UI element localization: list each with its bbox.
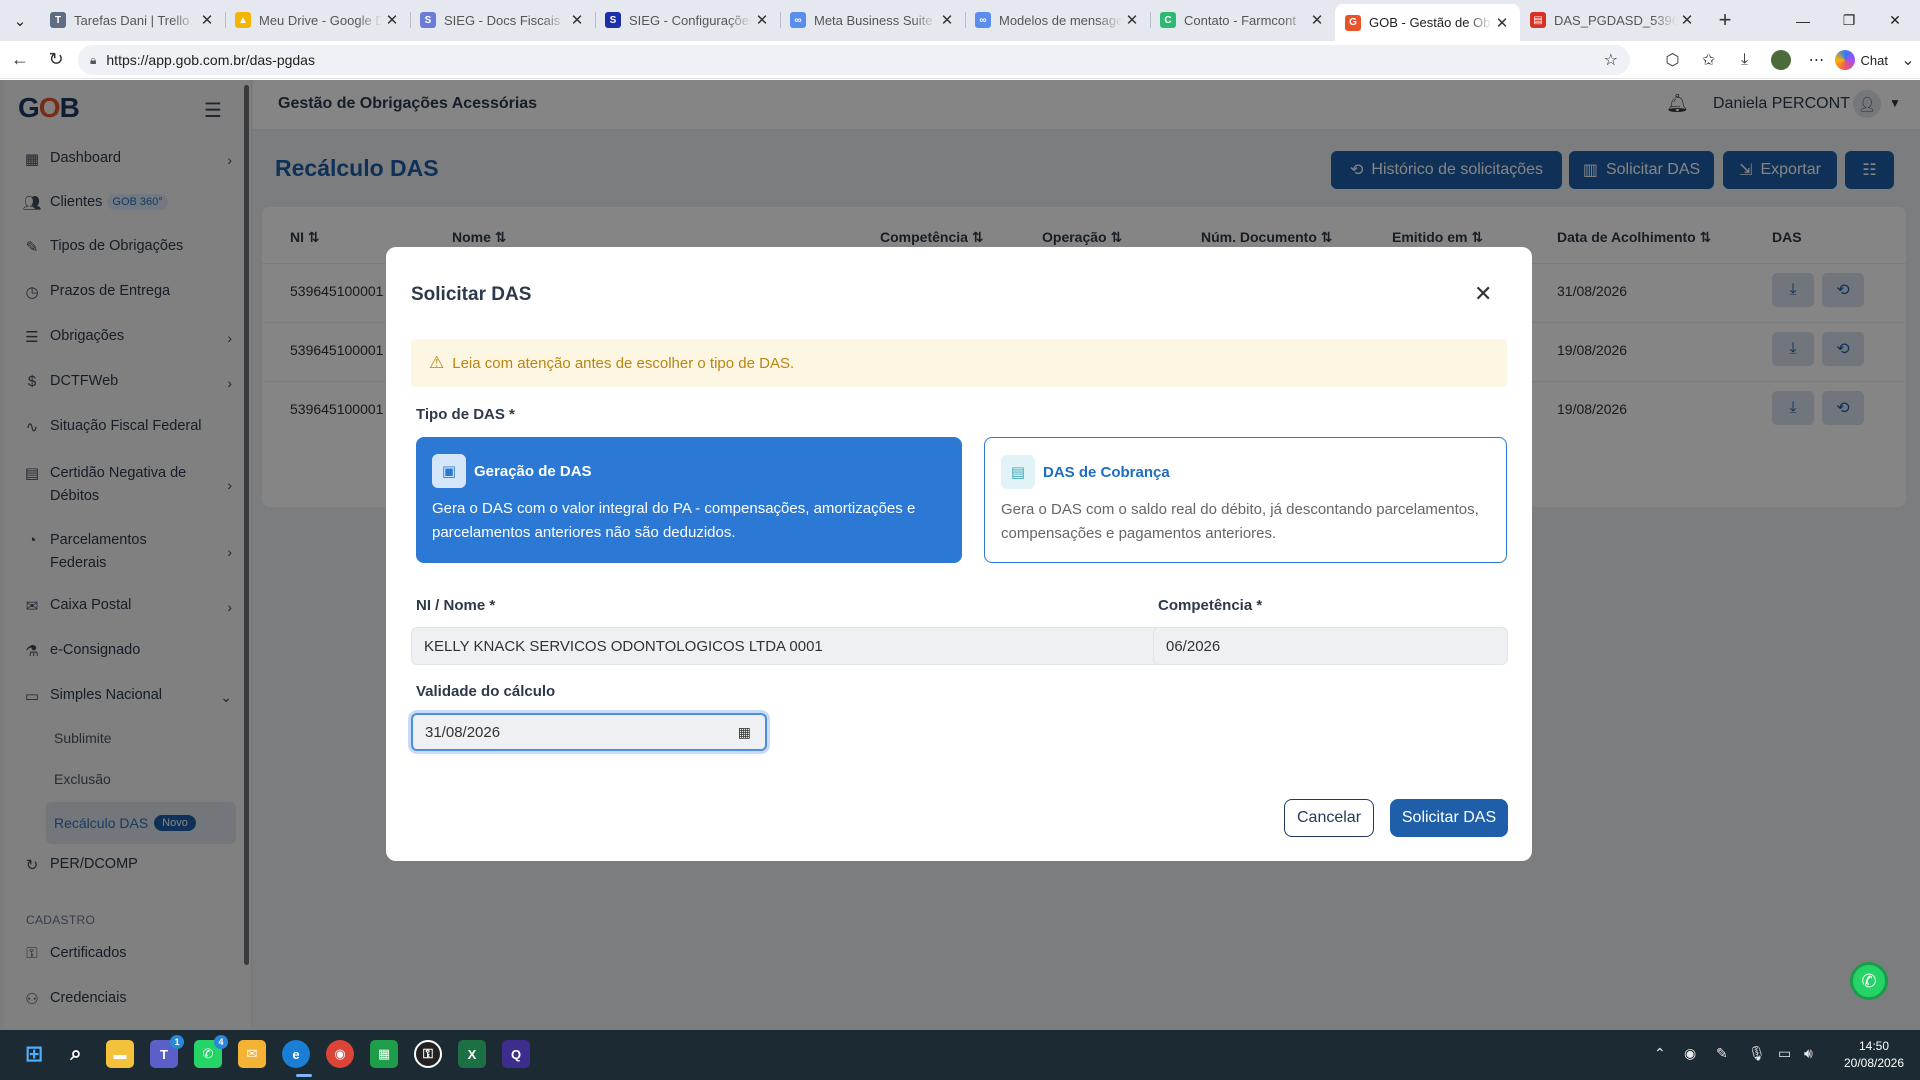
warning-alert: ⚠ Leia com atenção antes de escolher o ti…: [411, 339, 1507, 387]
option-header: ▤ DAS de Cobrança: [1001, 455, 1170, 489]
reload-icon[interactable]: ↻: [40, 44, 72, 76]
close-window-icon[interactable]: ✕: [1872, 0, 1918, 41]
url-input[interactable]: 🔒︎ https://app.gob.com.br/das-pgdas ☆: [78, 45, 1630, 75]
farmcont-icon: C: [1160, 12, 1176, 28]
url-text: https://app.gob.com.br/das-pgdas: [106, 52, 315, 68]
windows-start-icon[interactable]: ⊞: [20, 1040, 48, 1068]
modal-title: Solicitar DAS: [411, 284, 532, 305]
network-icon[interactable]: ▭: [1778, 1045, 1791, 1062]
chrome-icon[interactable]: ◉: [326, 1040, 354, 1068]
sieg-icon: S: [420, 12, 436, 28]
copilot-icon: [1834, 50, 1855, 70]
search-icon[interactable]: ⌕: [62, 1040, 90, 1068]
browser-tab[interactable]: T Tarefas Dani | Trello ✕: [40, 3, 225, 37]
close-icon[interactable]: ✕: [937, 10, 957, 30]
warning-icon: ⚠: [429, 353, 445, 372]
option-description: Gera o DAS com o valor integral do PA - …: [432, 500, 916, 541]
close-icon[interactable]: ✕: [567, 10, 587, 30]
trello-icon: T: [50, 12, 66, 28]
file-explorer-icon[interactable]: ▬: [106, 1040, 134, 1068]
profile-avatar[interactable]: [1763, 42, 1799, 78]
close-icon[interactable]: ✕: [1474, 281, 1492, 307]
google-drive-icon: ▲: [235, 12, 251, 28]
ni-nome-label: NI / Nome *: [416, 597, 496, 614]
chevron-up-icon[interactable]: ⌃: [1654, 1045, 1666, 1062]
competencia-field[interactable]: 06/2026: [1153, 627, 1508, 665]
excel-icon[interactable]: X: [458, 1040, 486, 1068]
clock-date: 20/08/2026: [1843, 1056, 1905, 1070]
teams-badge: 1: [170, 1035, 184, 1049]
more-menu-icon[interactable]: ⋯: [1799, 42, 1835, 78]
downloads-icon[interactable]: ⤓: [1727, 42, 1763, 78]
browser-tab[interactable]: ▲Meu Drive - Google Drive✕: [225, 3, 410, 37]
sieg-icon: S: [605, 12, 621, 28]
chevron-down-icon[interactable]: ⌄: [1896, 42, 1920, 78]
validade-label: Validade do cálculo: [416, 683, 556, 700]
browser-tab[interactable]: ∞ Meta Business Suite ✕: [780, 3, 965, 37]
option-description: Gera o DAS com o saldo real do débito, j…: [1001, 501, 1479, 542]
microphone-icon[interactable]: 🎙︎: [1748, 1045, 1766, 1062]
close-icon[interactable]: ✕: [1307, 10, 1327, 30]
cancel-button[interactable]: Cancelar: [1284, 799, 1374, 837]
minimize-icon[interactable]: —: [1780, 0, 1826, 41]
teams-icon[interactable]: T1: [150, 1035, 184, 1068]
edge-icon[interactable]: e: [282, 1040, 310, 1068]
competencia-label: Competência *: [1158, 597, 1263, 614]
lock-icon[interactable]: 🔒︎: [90, 53, 96, 68]
browser-tab[interactable]: ▤DAS_PGDASD_53964510✕: [1520, 3, 1705, 37]
close-icon[interactable]: ✕: [197, 10, 217, 30]
lock-app-icon[interactable]: ⚿: [414, 1040, 442, 1068]
tipo-das-label: Tipo de DAS *: [416, 406, 515, 423]
submit-button[interactable]: Solicitar DAS: [1390, 799, 1508, 837]
meta-icon: ∞: [790, 12, 806, 28]
taskbar: ⊞ ⌕ ▬ T1 ✆ 4 ✉ e ◉ ▦ ⚿ X Q ⌃ ◉ ✎ 🎙︎ ▭ 🔊︎ …: [0, 1030, 1920, 1080]
volume-icon[interactable]: 🔊︎: [1804, 1045, 1813, 1062]
calculator-icon[interactable]: ▦: [370, 1040, 398, 1068]
favorites-icon[interactable]: ✩: [1691, 42, 1727, 78]
close-icon[interactable]: ✕: [1492, 13, 1512, 33]
pdf-icon: ▤: [1530, 12, 1546, 28]
active-app-indicator: [296, 1074, 312, 1077]
clock-time: 14:50: [1858, 1039, 1890, 1053]
option-geracao-das[interactable]: ▣ Geração de DAS Gera o DAS com o valor i…: [416, 437, 962, 563]
browser-tab-bar: ⌄ T Tarefas Dani | Trello ✕ ▲ Meu Drive - G…: [0, 0, 1920, 41]
tab-search-icon[interactable]: ⌄: [0, 0, 40, 41]
close-icon[interactable]: ✕: [382, 10, 402, 30]
browser-tab[interactable]: C Contato - Farmcont ✕: [1150, 3, 1335, 37]
chrome-tray-icon[interactable]: ◉: [1684, 1045, 1696, 1062]
favorite-star-icon[interactable]: ☆: [1604, 50, 1618, 70]
address-bar: ← ↻ 🔒︎ https://app.gob.com.br/das-pgdas …: [0, 41, 1920, 79]
clock[interactable]: 14:50 20/08/2026: [1832, 1038, 1916, 1072]
whatsapp-icon[interactable]: ✆: [1850, 962, 1888, 1000]
whatsapp-taskbar-icon[interactable]: ✆ 4: [194, 1035, 228, 1068]
back-icon[interactable]: ←: [4, 44, 36, 76]
new-tab-button[interactable]: +: [1705, 3, 1745, 37]
browser-toolbar: ⬡ ✩ ⤓ ⋯ Chat ⌄: [1655, 41, 1920, 79]
gob-icon: G: [1345, 14, 1361, 31]
close-icon[interactable]: ✕: [1677, 10, 1697, 30]
whatsapp-badge: 4: [214, 1035, 228, 1049]
app-q-icon[interactable]: Q: [502, 1040, 530, 1068]
restore-icon[interactable]: ❐: [1826, 0, 1872, 41]
close-icon[interactable]: ✕: [752, 10, 772, 30]
browser-tab-active[interactable]: GGOB - Gestão de Obrigações✕: [1335, 4, 1520, 41]
extensions-icon[interactable]: ⬡: [1655, 42, 1691, 78]
ni-nome-field[interactable]: KELLY KNACK SERVICOS ODONTOLOGICOS LTDA …: [411, 627, 1163, 665]
document-icon: ▣: [432, 454, 466, 488]
copilot-chat-button[interactable]: Chat: [1834, 50, 1888, 70]
receipt-icon: ▤: [1001, 455, 1035, 489]
pen-icon[interactable]: ✎: [1716, 1045, 1728, 1062]
validade-date-input[interactable]: 31/08/2026 ▦: [411, 713, 767, 751]
browser-tab[interactable]: SSIEG - Docs Fiscais - De✕: [410, 3, 595, 37]
mail-app-icon[interactable]: ✉: [238, 1040, 266, 1068]
browser-tab[interactable]: S SIEG - Configurações ✕: [595, 3, 780, 37]
browser-tab[interactable]: ∞ Modelos de mensagem ✕: [965, 3, 1150, 37]
solicitar-das-modal: Solicitar DAS ✕ ⚠ Leia com atenção antes …: [386, 247, 1532, 861]
option-das-cobranca[interactable]: ▤ DAS de Cobrança Gera o DAS com o saldo …: [984, 437, 1507, 563]
close-icon[interactable]: ✕: [1122, 10, 1142, 30]
meta-icon: ∞: [975, 12, 991, 28]
option-header: ▣ Geração de DAS: [432, 454, 592, 488]
calendar-icon[interactable]: ▦: [738, 724, 751, 741]
